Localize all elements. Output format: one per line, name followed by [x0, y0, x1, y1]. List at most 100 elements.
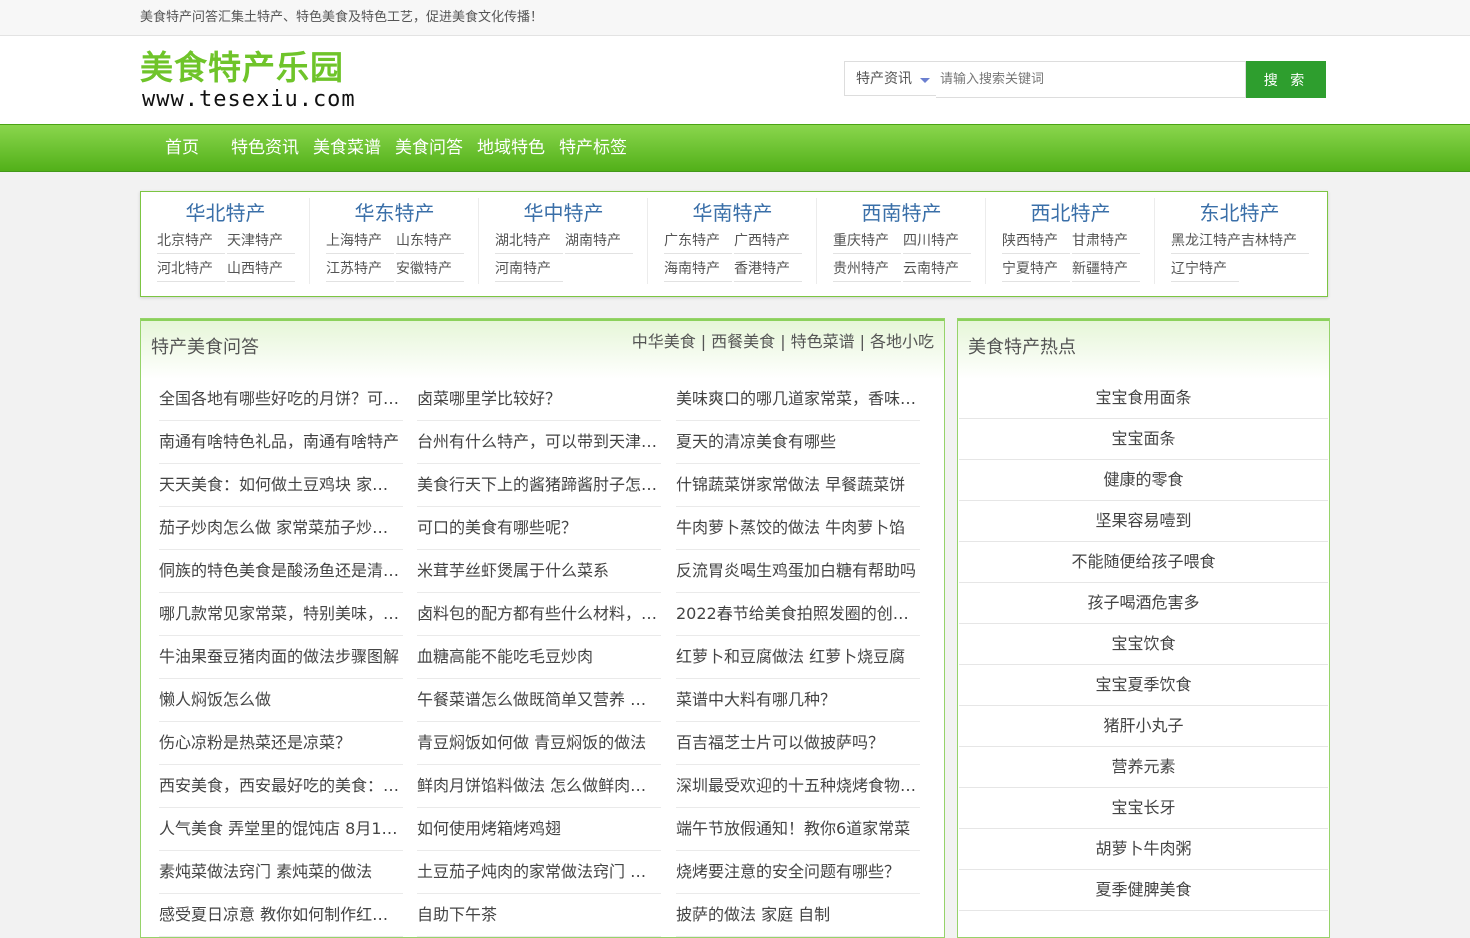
- hot-item-link[interactable]: 健康的零食: [1103, 470, 1183, 489]
- site-logo[interactable]: 美食特产乐园 www.tesexiu.com: [140, 48, 380, 112]
- qa-item-link[interactable]: 伤心凉粉是热菜还是凉菜？: [159, 723, 403, 763]
- hot-item-link[interactable]: 宝宝长牙: [1111, 798, 1175, 817]
- region-link[interactable]: 重庆特产: [833, 232, 901, 254]
- region-link[interactable]: 新疆特产: [1072, 260, 1140, 282]
- nav-item-news[interactable]: 特色资讯: [231, 125, 299, 171]
- qa-item-link[interactable]: 自助下午茶: [417, 895, 661, 935]
- region-link[interactable]: 河南特产: [495, 260, 563, 282]
- region-link[interactable]: 河北特产: [157, 260, 225, 282]
- qa-item-link[interactable]: 人气美食 弄堂里的馄饨店 8月1日开业: [159, 809, 403, 849]
- nav-item-home[interactable]: 首页: [165, 125, 199, 171]
- search-button[interactable]: 搜 索: [1246, 61, 1326, 98]
- region-title[interactable]: 西北特产: [986, 201, 1155, 225]
- nav-item-tags[interactable]: 特产标签: [559, 125, 627, 171]
- hot-item-link[interactable]: 胡萝卜牛肉粥: [1095, 839, 1191, 858]
- qa-item-link[interactable]: 卤菜哪里学比较好？: [417, 379, 661, 419]
- qa-item-link[interactable]: 鲜肉月饼馅料做法 怎么做鲜肉月饼: [417, 766, 661, 806]
- region-title[interactable]: 华东特产: [310, 201, 479, 225]
- hot-item-link[interactable]: 宝宝饮食: [1111, 634, 1175, 653]
- qa-item-link[interactable]: 菜谱中大料有哪几种？: [676, 680, 920, 720]
- region-title[interactable]: 东北特产: [1155, 201, 1324, 225]
- hot-item-link[interactable]: 宝宝面条: [1111, 429, 1175, 448]
- qa-item-link[interactable]: 米茸芋丝虾煲属于什么菜系: [417, 551, 661, 591]
- hot-item-link[interactable]: 猪肝小丸子: [1103, 716, 1183, 735]
- qa-item-link[interactable]: 哪几款常见家常菜，特别美味，简单易做: [159, 594, 403, 634]
- qa-item-link[interactable]: 南通有啥特色礼品，南通有啥特产: [159, 422, 403, 462]
- qa-item-link[interactable]: 2022春节给美食拍照发圈的创意文案: [676, 594, 920, 634]
- hot-item-link[interactable]: 宝宝夏季饮食: [1095, 675, 1191, 694]
- region-link[interactable]: 天津特产: [227, 232, 295, 254]
- qa-item-link[interactable]: 端午节放假通知！教你6道家常菜: [676, 809, 920, 849]
- region-title[interactable]: 华北特产: [141, 201, 310, 225]
- region-link[interactable]: 宁夏特产: [1002, 260, 1070, 282]
- region-link[interactable]: 香港特产: [734, 260, 802, 282]
- hot-item-link[interactable]: 不能随便给孩子喂食: [1071, 552, 1215, 571]
- qa-item-link[interactable]: 侗族的特色美食是酸汤鱼还是清汤鱼: [159, 551, 403, 591]
- hot-item-link[interactable]: 孩子喝酒危害多: [1087, 593, 1199, 612]
- qa-item-link[interactable]: 什锦蔬菜饼家常做法 早餐蔬菜饼: [676, 465, 920, 505]
- nav-item-regions[interactable]: 地域特色: [477, 125, 545, 171]
- region-link[interactable]: 广西特产: [734, 232, 802, 254]
- qa-item-link[interactable]: 牛肉萝卜蒸饺的做法 牛肉萝卜馅: [676, 508, 920, 548]
- region-title[interactable]: 华中特产: [479, 201, 648, 225]
- region-link[interactable]: 湖北特产: [495, 232, 563, 254]
- hot-item-link[interactable]: 夏季健脾美食: [1095, 880, 1191, 899]
- qa-item-link[interactable]: 西安美食，西安最好吃的美食：必吃榜单: [159, 766, 403, 806]
- region-link[interactable]: 安徽特产: [396, 260, 464, 282]
- region-link[interactable]: 广东特产: [664, 232, 732, 254]
- qa-item-link[interactable]: 披萨的做法 家庭 自制: [676, 895, 920, 935]
- region-link[interactable]: 海南特产: [664, 260, 732, 282]
- qa-item-link[interactable]: 美味爽口的哪几道家常菜，香味扑鼻: [676, 379, 920, 419]
- qa-item-link[interactable]: 茄子炒肉怎么做 家常菜茄子炒肉的做法: [159, 508, 403, 548]
- qa-item-link[interactable]: 美食行天下上的酱猪蹄酱肘子怎么做: [417, 465, 661, 505]
- qa-item-link[interactable]: 卤料包的配方都有些什么材料，怎么配: [417, 594, 661, 634]
- qa-item: 哪几款常见家常菜，特别美味，简单易做: [159, 594, 403, 636]
- region-link[interactable]: 甘肃特产: [1072, 232, 1140, 254]
- qa-item: 米茸芋丝虾煲属于什么菜系: [417, 551, 661, 593]
- qa-item-link[interactable]: 可口的美食有哪些呢？: [417, 508, 661, 548]
- search-category-select[interactable]: 特产资讯: [844, 61, 936, 96]
- region-link[interactable]: 山西特产: [227, 260, 295, 282]
- qa-item-link[interactable]: 红萝卜和豆腐做法 红萝卜烧豆腐: [676, 637, 920, 677]
- qa-item-link[interactable]: 台州有什么特产，可以带到天津去的: [417, 422, 661, 462]
- qa-item-link[interactable]: 百吉福芝士片可以做披萨吗？: [676, 723, 920, 763]
- region-link[interactable]: 北京特产: [157, 232, 225, 254]
- region-link[interactable]: 吉林特产: [1241, 232, 1309, 254]
- region-title[interactable]: 华南特产: [648, 201, 817, 225]
- region-link[interactable]: 江苏特产: [326, 260, 394, 282]
- qa-item-link[interactable]: 如何使用烤箱烤鸡翅: [417, 809, 661, 849]
- qa-item-link[interactable]: 素炖菜做法窍门 素炖菜的做法: [159, 852, 403, 892]
- hot-item-link[interactable]: 宝宝食用面条: [1095, 388, 1191, 407]
- region-link[interactable]: 山东特产: [396, 232, 464, 254]
- qa-item-link[interactable]: 懒人焖饭怎么做: [159, 680, 403, 720]
- region-title[interactable]: 西南特产: [817, 201, 986, 225]
- nav-item-recipes[interactable]: 美食菜谱: [313, 125, 381, 171]
- region-link[interactable]: 四川特产: [903, 232, 971, 254]
- tab-local-snacks[interactable]: 各地小吃: [870, 332, 934, 351]
- search-input[interactable]: [936, 61, 1246, 98]
- qa-item-link[interactable]: 反流胃炎喝生鸡蛋加白糖有帮助吗: [676, 551, 920, 591]
- hot-item-link[interactable]: 坚果容易噎到: [1095, 511, 1191, 530]
- tab-chinese-food[interactable]: 中华美食: [632, 332, 696, 351]
- tab-western-food[interactable]: 西餐美食: [711, 332, 775, 351]
- qa-item-link[interactable]: 青豆焖饭如何做 青豆焖饭的做法: [417, 723, 661, 763]
- region-link[interactable]: 湖南特产: [565, 232, 633, 254]
- nav-item-qa[interactable]: 美食问答: [395, 125, 463, 171]
- qa-item-link[interactable]: 血糖高能不能吃毛豆炒肉: [417, 637, 661, 677]
- qa-item-link[interactable]: 深圳最受欢迎的十五种烧烤食物排行: [676, 766, 920, 806]
- region-link[interactable]: 云南特产: [903, 260, 971, 282]
- hot-item-link[interactable]: 营养元素: [1111, 757, 1175, 776]
- region-link[interactable]: 陕西特产: [1002, 232, 1070, 254]
- qa-item-link[interactable]: 天天美食：如何做土豆鸡块 家常做法: [159, 465, 403, 505]
- qa-item-link[interactable]: 夏天的清凉美食有哪些: [676, 422, 920, 462]
- qa-item-link[interactable]: 感受夏日凉意 教你如何制作红豆冰沙: [159, 895, 403, 935]
- qa-item-link[interactable]: 土豆茄子炖肉的家常做法窍门 超下饭: [417, 852, 661, 892]
- region-link[interactable]: 辽宁特产: [1171, 260, 1239, 282]
- region-link[interactable]: 贵州特产: [833, 260, 901, 282]
- tab-special-recipes[interactable]: 特色菜谱: [791, 332, 855, 351]
- qa-item-link[interactable]: 烧烤要注意的安全问题有哪些？: [676, 852, 920, 892]
- qa-item-link[interactable]: 午餐菜谱怎么做既简单又营养 家常菜谱: [417, 680, 661, 720]
- qa-item-link[interactable]: 全国各地有哪些好吃的月饼？可以推荐几款吗: [159, 379, 403, 419]
- region-link[interactable]: 上海特产: [326, 232, 394, 254]
- qa-item-link[interactable]: 牛油果蚕豆猪肉面的做法步骤图解: [159, 637, 403, 677]
